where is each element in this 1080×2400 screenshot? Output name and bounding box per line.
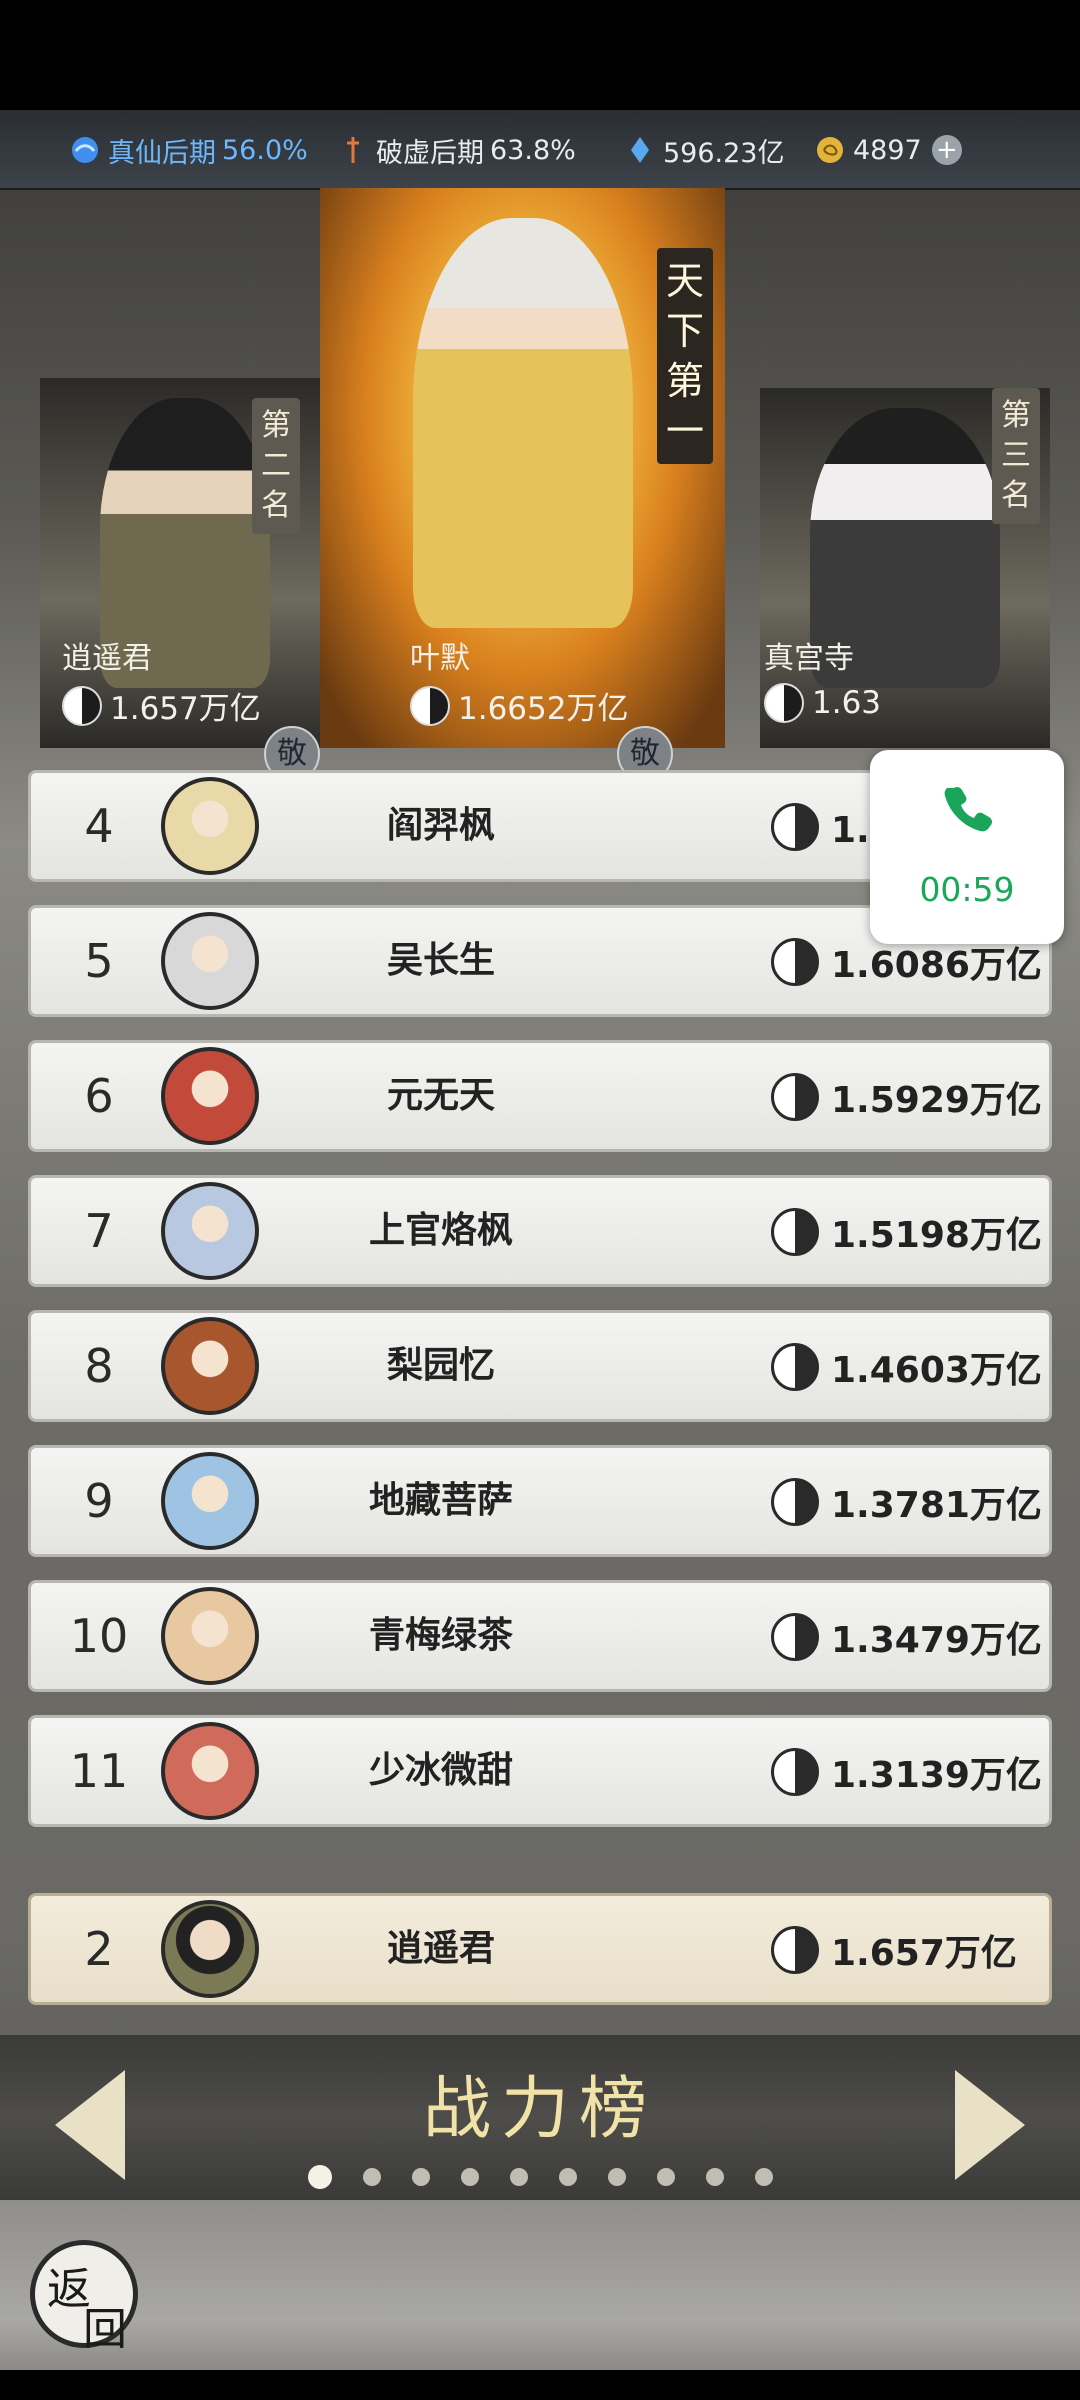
coin-icon [817,137,843,163]
avatar [161,1722,259,1820]
board-title: 战力榜 [422,2070,657,2149]
page-dot[interactable] [363,2168,381,2186]
back-button[interactable]: 返 回 [30,2240,138,2355]
call-overlay[interactable]: 00:59 [870,750,1064,944]
second-info: 逍遥君 1.657万亿 [62,641,261,727]
ranking-row[interactable]: 7 上官烙枫 1.5198万亿 [28,1175,1052,1287]
status-bar [0,0,1080,110]
ranking-row[interactable]: 8 梨园忆 1.4603万亿 [28,1310,1052,1422]
avatar [161,777,259,875]
prev-board-arrow-icon[interactable] [55,2070,125,2180]
resource-crystal[interactable]: 596.23亿 [625,130,784,170]
hero-portrait [412,218,633,628]
power-value: 1.5198万亿 [771,1206,1042,1258]
yin-yang-icon [771,1343,819,1391]
yin-yang-icon [62,685,102,726]
power-value: 1.3479万亿 [771,1611,1042,1663]
resource-body[interactable]: 破虚后期 63.8% [338,130,576,170]
yin-yang-icon [771,1478,819,1526]
rank-title-first: 天下第一 [657,248,713,464]
yin-yang-icon [771,803,819,851]
avatar [161,1900,259,1998]
third-info: 真宫寺 1.63 [764,641,882,723]
page-dot[interactable] [608,2168,626,2186]
yin-yang-icon [771,1748,819,1796]
page-dot[interactable] [412,2168,430,2186]
page-dot[interactable] [755,2168,773,2186]
ranking-row[interactable]: 11 少冰微甜 1.3139万亿 [28,1715,1052,1827]
page-indicator [308,2165,804,2189]
power-value: 1.3781万亿 [771,1476,1042,1528]
yin-yang-icon [764,683,804,723]
crystal-icon [631,137,649,163]
board-switcher: 战力榜 [0,2035,1080,2200]
avatar [161,1047,259,1145]
ranking-row[interactable]: 6 元无天 1.5929万亿 [28,1040,1052,1152]
avatar [161,1587,259,1685]
power-value: 1.657万亿 [771,1924,1017,1976]
avatar [161,912,259,1010]
podium: 第二名 天下第一 第三名 逍遥君 1.657万亿 敬 219 叶默 1.6652… [0,188,1080,805]
power-value: 1.5929万亿 [771,1071,1042,1123]
page-dot[interactable] [657,2168,675,2186]
yin-yang-icon [771,1208,819,1256]
system-nav-bar [0,2370,1080,2400]
avatar [161,1317,259,1415]
yin-yang-icon [410,685,450,726]
yin-yang-icon [771,1073,819,1121]
self-ranking-row[interactable]: 2 逍遥君 1.657万亿 [28,1893,1052,2005]
first-info: 叶默 1.6652万亿 [410,641,629,727]
page-dot[interactable] [308,2165,332,2189]
next-board-arrow-icon[interactable] [955,2070,1025,2180]
ranking-row[interactable]: 9 地藏菩萨 1.3781万亿 [28,1445,1052,1557]
page-dot[interactable] [706,2168,724,2186]
rank-title-third: 第三名 [992,388,1040,524]
resource-bar: 真仙后期 56.0% 破虚后期 63.8% 596.23亿 4897 + [0,110,1080,190]
ranking-row[interactable]: 10 青梅绿茶 1.3479万亿 [28,1580,1052,1692]
resource-realm[interactable]: 真仙后期 56.0% [70,130,308,170]
power-value: 1.4603万亿 [771,1341,1042,1393]
yin-yang-icon [771,1613,819,1661]
leaderboard-screen: 真仙后期 56.0% 破虚后期 63.8% 596.23亿 4897 + 第二名… [0,110,1080,2400]
add-coin-button[interactable]: + [931,135,962,165]
realm-orb-icon [72,137,98,163]
yin-yang-icon [771,938,819,986]
call-timer: 00:59 [919,870,1015,909]
rank-title-second: 第二名 [252,398,300,534]
resource-coin[interactable]: 4897 + [815,130,962,170]
yin-yang-icon [771,1926,819,1974]
sword-icon [347,137,359,163]
page-dot[interactable] [461,2168,479,2186]
phone-icon [944,786,993,832]
power-value: 1.3139万亿 [771,1746,1042,1798]
avatar [161,1182,259,1280]
page-dot[interactable] [510,2168,528,2186]
page-dot[interactable] [559,2168,577,2186]
avatar [161,1452,259,1550]
